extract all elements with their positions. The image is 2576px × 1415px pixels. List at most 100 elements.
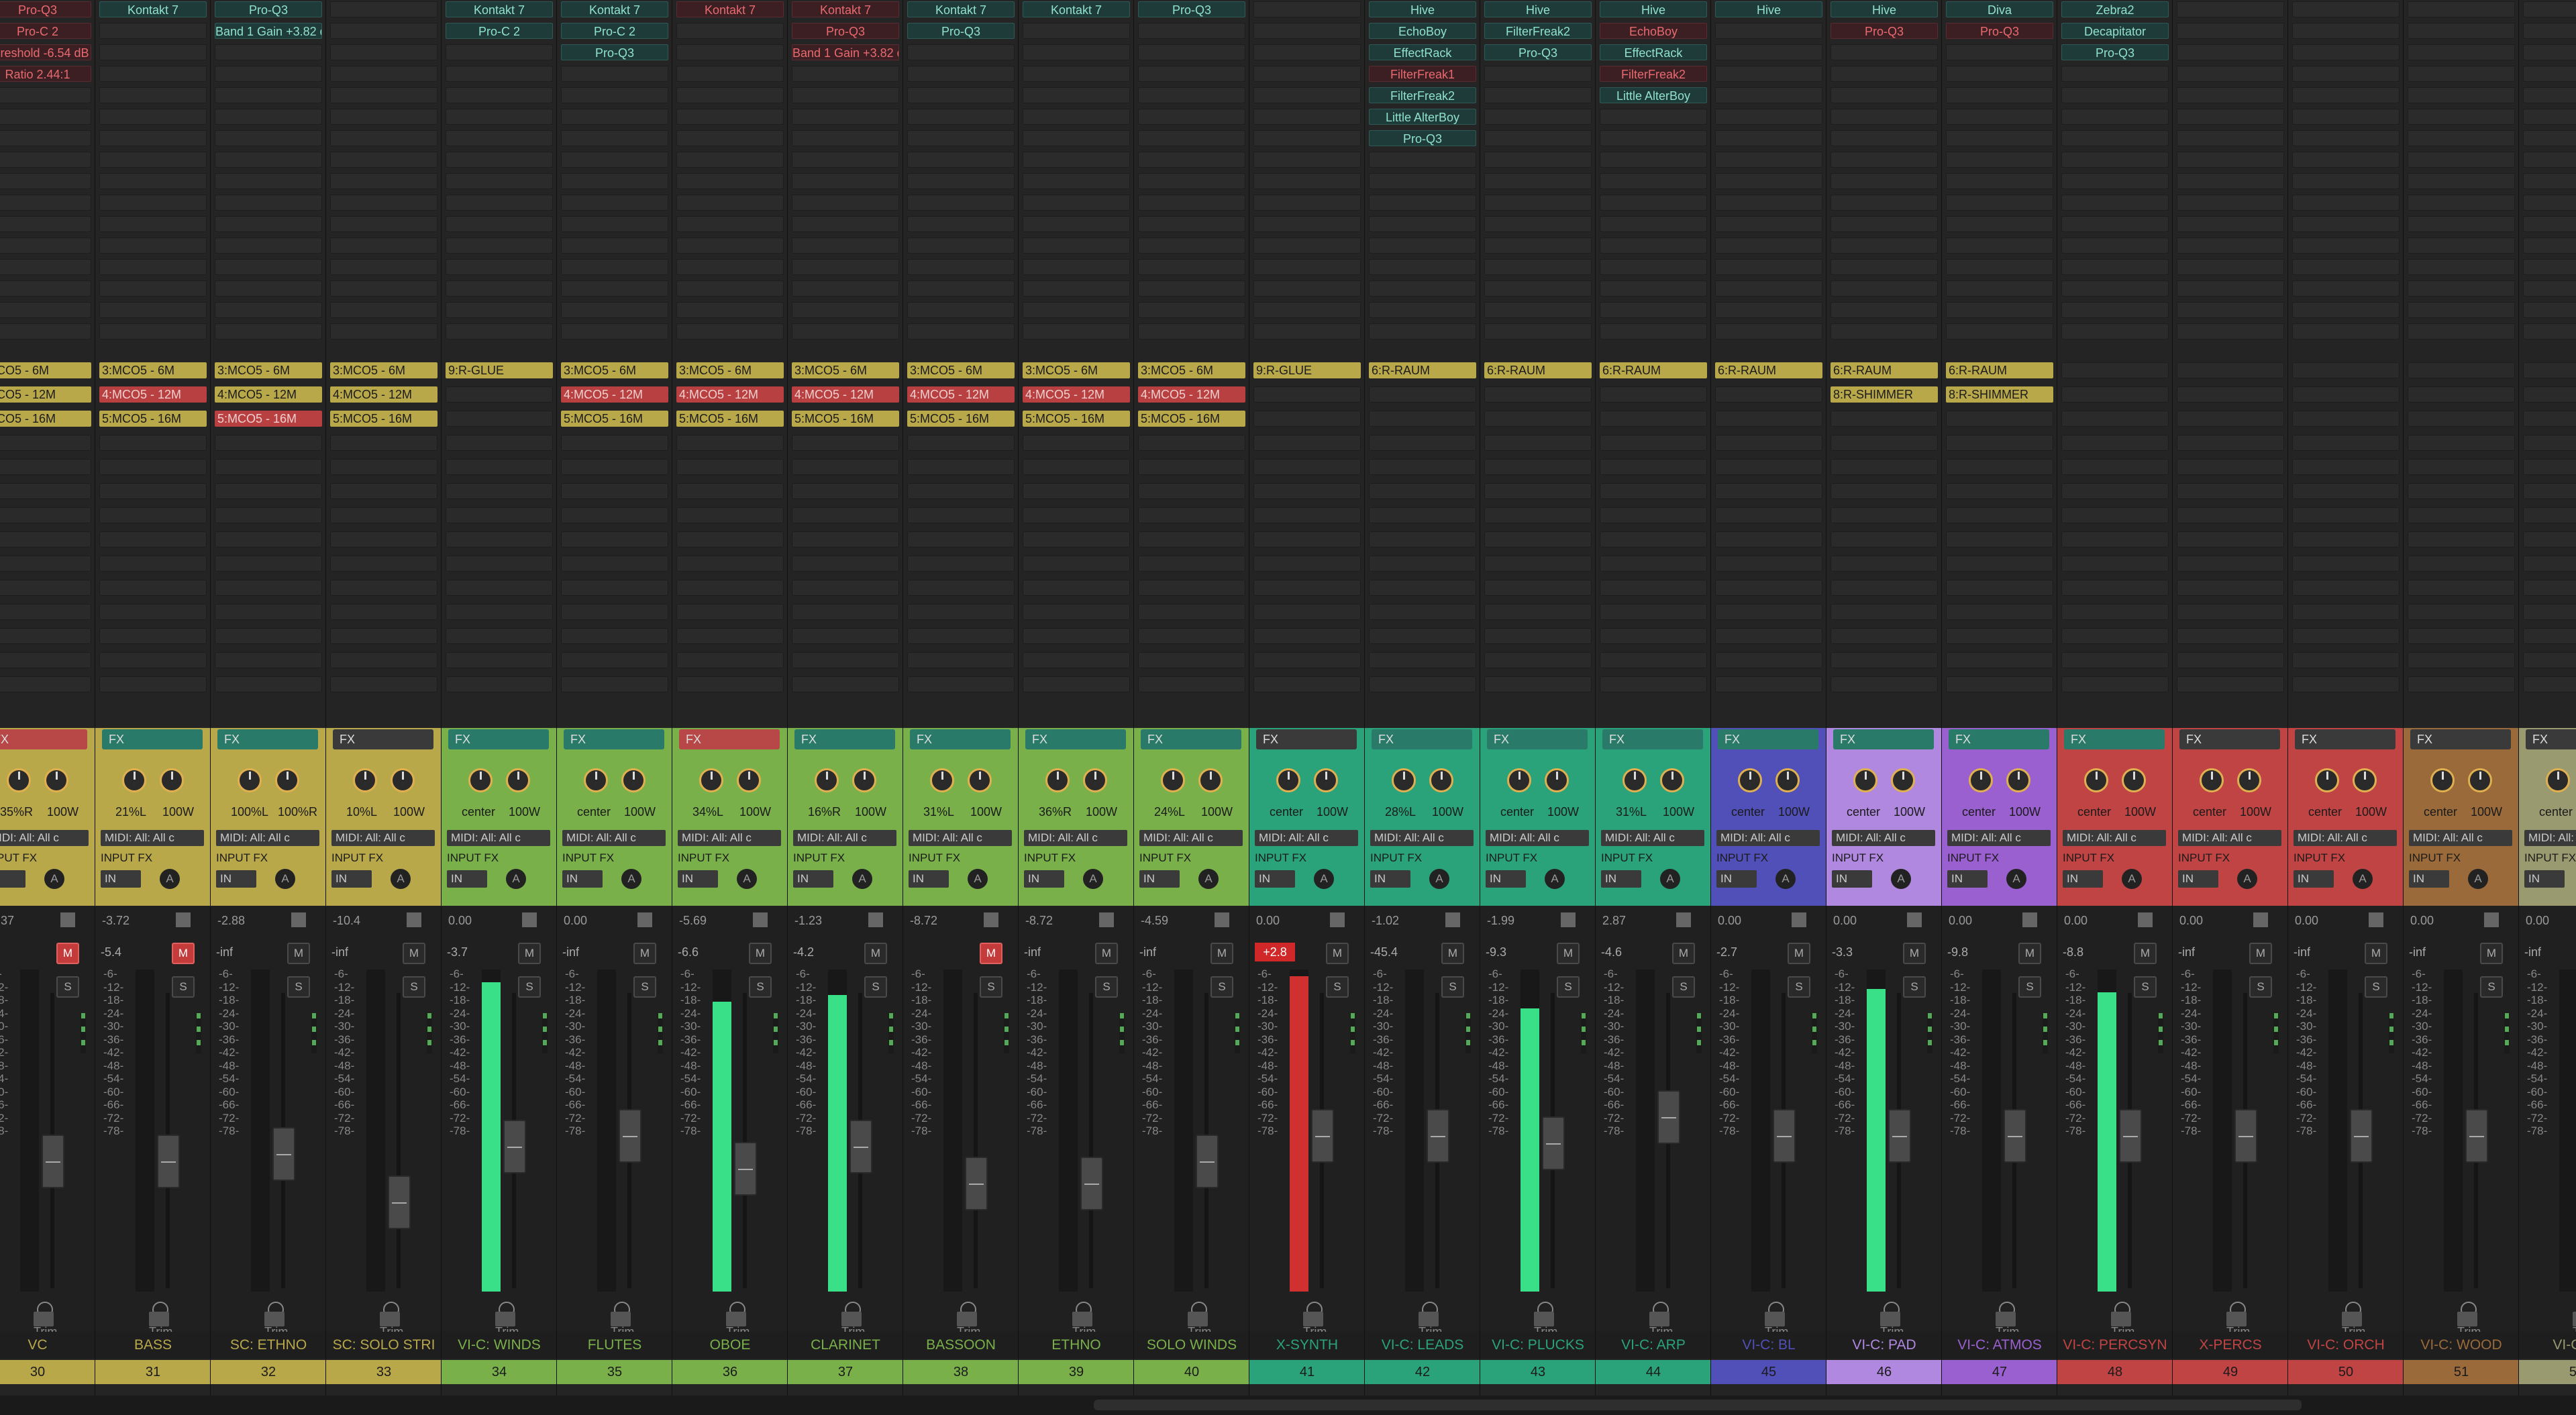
send-slot[interactable]: 3:MCO5 - 6M	[907, 362, 1015, 378]
fx-slot[interactable]	[1946, 302, 2053, 318]
fx-slot[interactable]	[792, 173, 899, 189]
fx-slot[interactable]	[1023, 152, 1130, 168]
send-slot[interactable]	[1369, 676, 1476, 692]
send-slot[interactable]	[676, 628, 784, 644]
send-slot[interactable]	[215, 556, 322, 572]
send-slot[interactable]	[676, 531, 784, 547]
fx-slot[interactable]	[2177, 173, 2284, 189]
fx-slot[interactable]: EffectRack	[1600, 44, 1707, 60]
fx-slot[interactable]: FilterFreak2	[1484, 23, 1592, 39]
send-slot[interactable]	[676, 652, 784, 668]
send-slot[interactable]: 5:MCO5 - 16M	[561, 411, 668, 427]
send-slot[interactable]: 3:MCO5 - 6M	[215, 362, 322, 378]
send-slot[interactable]	[907, 483, 1015, 499]
fx-slot[interactable]	[2408, 195, 2515, 211]
fx-slot[interactable]	[1715, 280, 1822, 297]
fx-slot[interactable]	[1715, 259, 1822, 275]
send-slot[interactable]	[1715, 507, 1822, 523]
volume-fader[interactable]	[2350, 1108, 2373, 1163]
send-slot[interactable]	[1023, 459, 1130, 475]
fx-slot[interactable]	[99, 302, 207, 318]
send-slot[interactable]	[1715, 435, 1822, 451]
send-slot[interactable]	[1831, 459, 1938, 475]
send-slot[interactable]	[561, 628, 668, 644]
fx-slot[interactable]	[792, 302, 899, 318]
send-slot[interactable]	[1831, 604, 1938, 620]
fx-slot[interactable]	[0, 302, 91, 318]
send-slot[interactable]	[99, 531, 207, 547]
fx-bar-button[interactable]: FX	[1025, 729, 1126, 749]
fx-slot[interactable]: FilterFreak1	[1369, 66, 1476, 82]
send-slot[interactable]	[2177, 459, 2284, 475]
fx-slot[interactable]	[1484, 130, 1592, 146]
send-slot[interactable]	[2408, 507, 2515, 523]
speaker-icon[interactable]	[1676, 912, 1691, 927]
send-slot[interactable]	[330, 459, 437, 475]
speaker-icon[interactable]	[291, 912, 306, 927]
track-name[interactable]: VI-C: WINDS	[442, 1332, 556, 1359]
midi-input-select[interactable]: MIDI: All: All c	[1947, 830, 2051, 846]
fx-slot[interactable]	[2292, 280, 2400, 297]
width-knob[interactable]	[44, 768, 68, 792]
track-name[interactable]: VI-C: ARP	[1596, 1332, 1710, 1359]
width-knob[interactable]	[621, 768, 646, 792]
fx-slot[interactable]	[1715, 238, 1822, 254]
send-slot[interactable]	[1946, 652, 2053, 668]
automation-mode-button[interactable]: A	[44, 869, 64, 889]
fx-slot[interactable]	[792, 109, 899, 125]
volume-fader[interactable]	[2234, 1108, 2257, 1163]
solo-button[interactable]: S	[1210, 976, 1233, 998]
send-slot[interactable]	[99, 483, 207, 499]
fx-slot[interactable]	[1831, 66, 1938, 82]
input-select[interactable]: IN	[1024, 870, 1064, 888]
fx-slot[interactable]	[2408, 109, 2515, 125]
send-slot[interactable]	[2177, 580, 2284, 596]
fx-bar-button[interactable]: FX	[333, 729, 433, 749]
width-knob[interactable]	[2122, 768, 2146, 792]
fx-slot[interactable]	[1023, 280, 1130, 297]
send-slot[interactable]	[1023, 604, 1130, 620]
send-slot[interactable]	[2177, 676, 2284, 692]
fx-slot[interactable]	[2292, 152, 2400, 168]
solo-button[interactable]: S	[1095, 976, 1118, 998]
fx-slot[interactable]	[1253, 195, 1361, 211]
track-name[interactable]: VI-C: PERCSYN	[2057, 1332, 2172, 1359]
send-slot[interactable]	[330, 580, 437, 596]
fx-slot[interactable]	[2292, 302, 2400, 318]
fx-slot[interactable]	[99, 130, 207, 146]
send-slot[interactable]	[676, 507, 784, 523]
fx-slot[interactable]	[1253, 23, 1361, 39]
send-slot[interactable]	[1600, 556, 1707, 572]
width-knob[interactable]	[1775, 768, 1800, 792]
send-slot[interactable]	[2523, 628, 2576, 644]
volume-fader[interactable]	[272, 1127, 295, 1181]
send-slot[interactable]	[446, 628, 553, 644]
fx-slot[interactable]	[330, 1, 437, 17]
send-slot[interactable]	[1946, 580, 2053, 596]
send-slot[interactable]	[2523, 435, 2576, 451]
send-slot[interactable]: 4:MCO5 - 12M	[561, 386, 668, 403]
send-slot[interactable]	[446, 411, 553, 427]
send-slot[interactable]	[1253, 386, 1361, 403]
fx-slot[interactable]	[1023, 44, 1130, 60]
automation-mode-button[interactable]: A	[1775, 869, 1796, 889]
fx-slot[interactable]	[1138, 66, 1245, 82]
pan-knob[interactable]	[930, 768, 954, 792]
width-knob[interactable]	[1429, 768, 1453, 792]
fx-slot[interactable]	[907, 44, 1015, 60]
send-slot[interactable]	[446, 459, 553, 475]
send-slot[interactable]: 5:MCO5 - 16M	[330, 411, 437, 427]
fx-slot[interactable]	[2408, 87, 2515, 103]
speaker-icon[interactable]	[1099, 912, 1114, 927]
fx-slot[interactable]	[2292, 23, 2400, 39]
speaker-icon[interactable]	[2484, 912, 2499, 927]
fx-slot[interactable]	[2523, 152, 2576, 168]
trim-icon[interactable]	[1996, 1312, 2016, 1326]
automation-mode-button[interactable]: A	[2353, 869, 2373, 889]
fx-slot[interactable]	[2408, 259, 2515, 275]
send-slot[interactable]	[561, 604, 668, 620]
fx-slot[interactable]	[2523, 109, 2576, 125]
mute-button[interactable]: M	[2249, 943, 2272, 964]
fx-slot[interactable]	[2177, 152, 2284, 168]
fx-slot[interactable]	[2408, 302, 2515, 318]
